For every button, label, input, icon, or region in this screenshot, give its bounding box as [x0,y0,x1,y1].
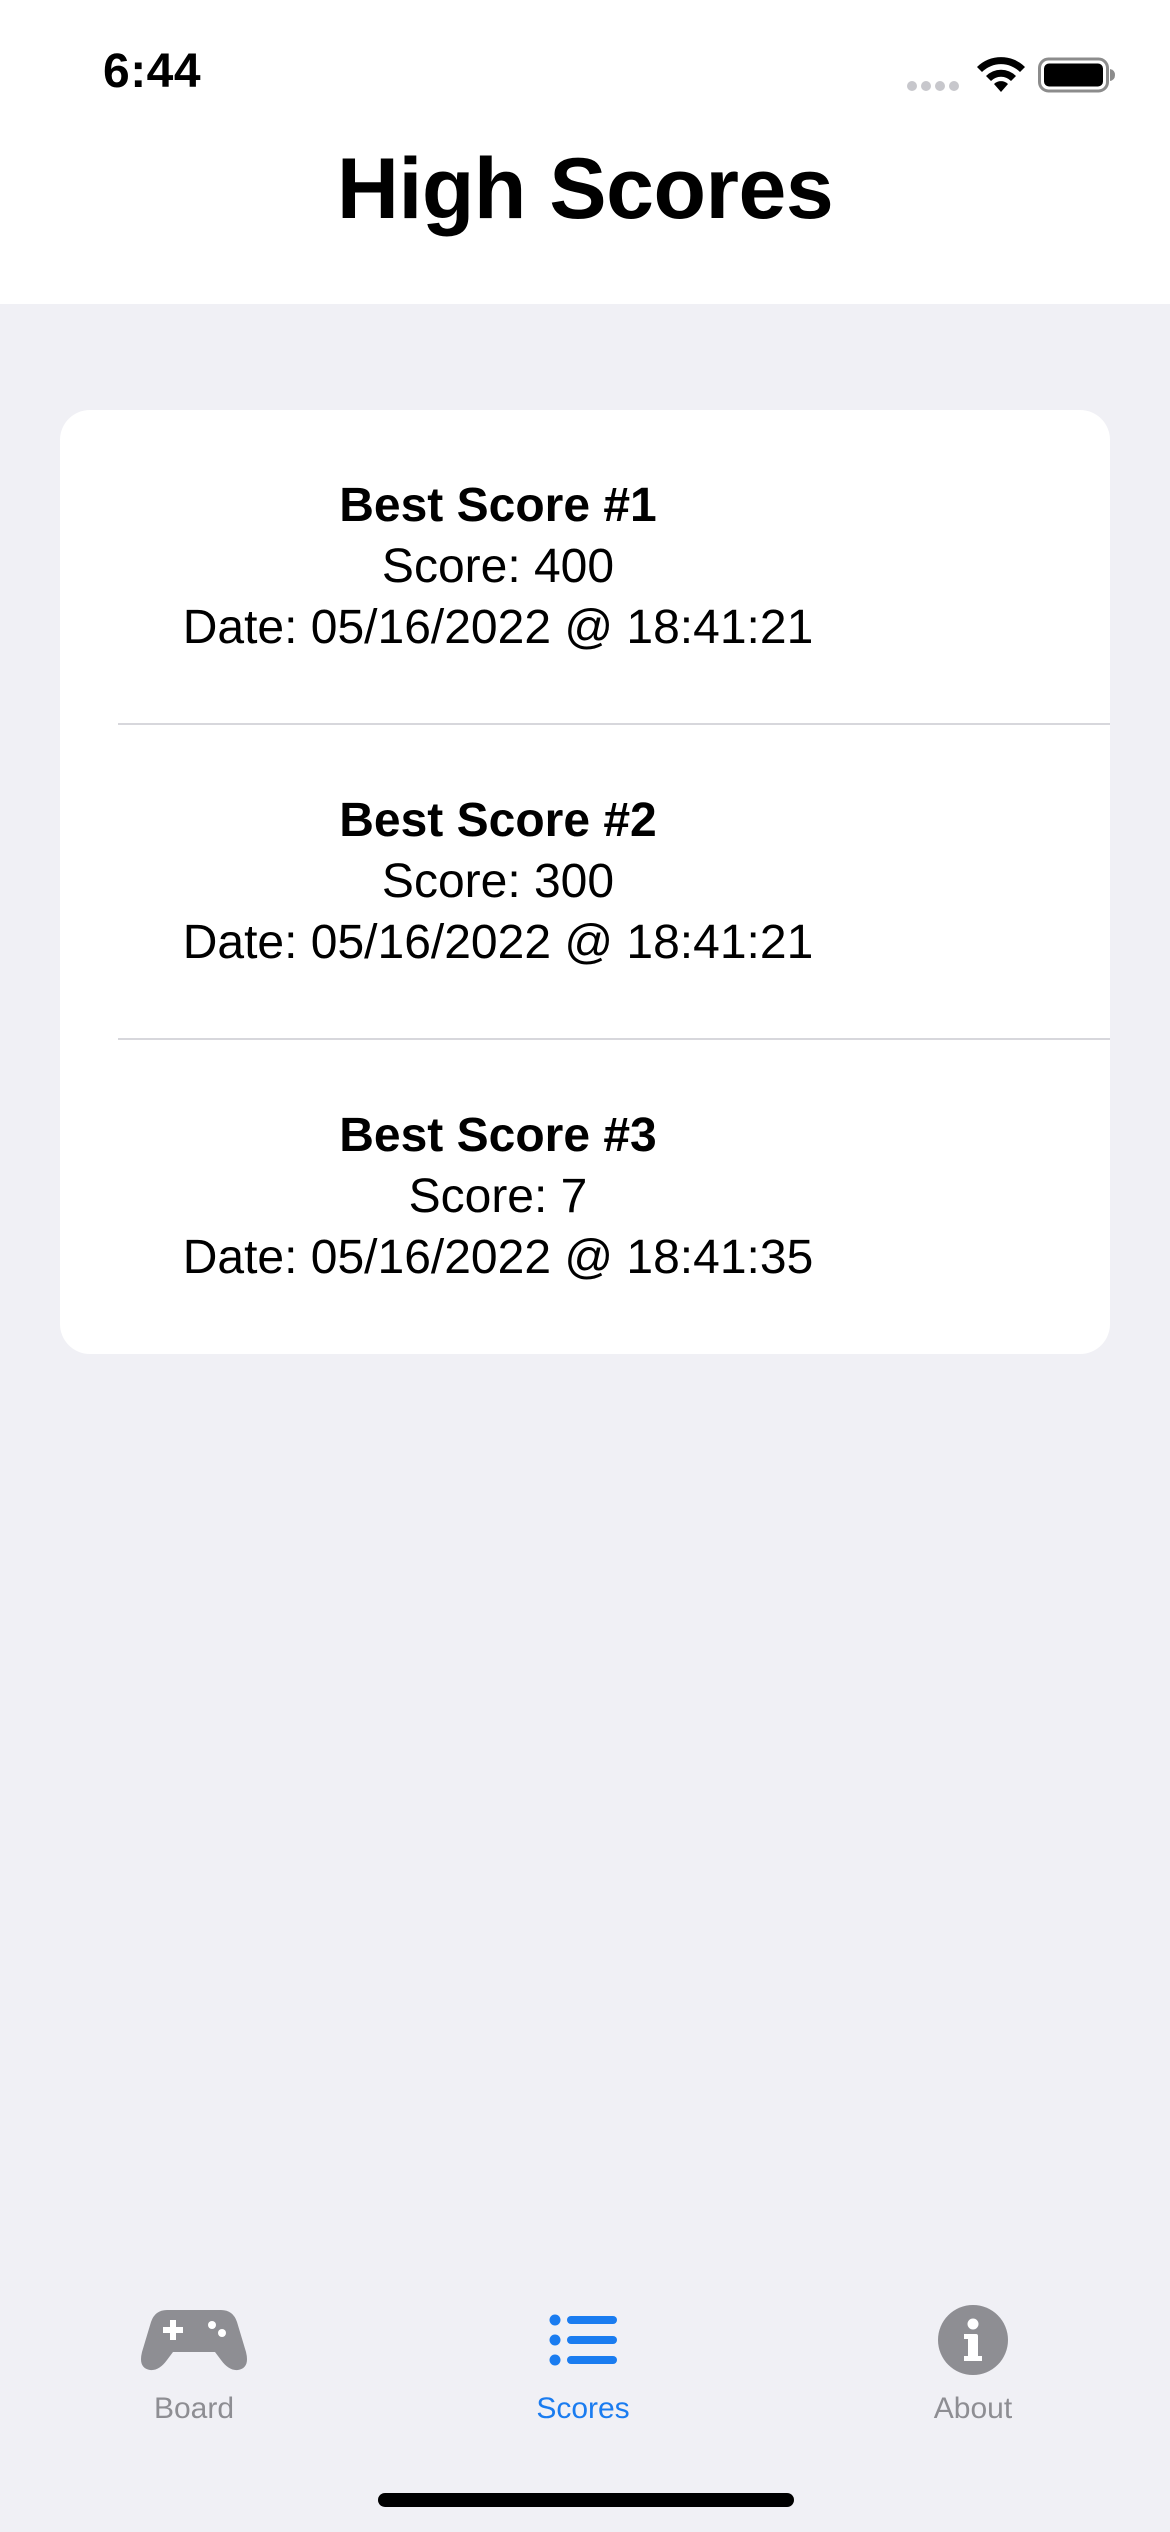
score-row[interactable]: Best Score #3 Score: 7 Date: 05/16/2022 … [60,1040,1110,1354]
status-time: 6:44 [103,45,202,98]
score-row[interactable]: Best Score #1 Score: 400 Date: 05/16/202… [60,410,1110,724]
tab-board[interactable]: Board [84,2300,304,2460]
score-date: Date: 05/16/2022 @ 18:41:21 [182,916,814,969]
battery-icon [1038,57,1115,93]
score-title: Best Score #1 [339,479,657,532]
tab-label: Scores [536,2392,630,2425]
score-title: Best Score #2 [339,794,657,847]
page-title: High Scores [336,141,834,237]
info-icon [938,2305,1008,2375]
score-date: Date: 05/16/2022 @ 18:41:35 [182,1231,814,1284]
home-indicator[interactable] [378,2493,794,2507]
tab-label: Board [153,2392,235,2425]
tab-bar: Board Scores About [0,2260,1170,2532]
tab-scores[interactable]: Scores [473,2300,693,2460]
score-value: Score: 7 [408,1170,588,1223]
score-title: Best Score #3 [339,1109,657,1162]
cellular-signal-icon [907,81,959,91]
wifi-icon [977,57,1025,92]
score-date: Date: 05/16/2022 @ 18:41:21 [182,601,814,654]
score-value: Score: 400 [381,540,615,593]
navigation-header: 6:44 High Scores [0,0,1170,304]
list-icon [549,2314,617,2366]
tab-label: About [933,2392,1013,2425]
tab-about[interactable]: About [863,2300,1083,2460]
gamecontroller-icon [141,2310,247,2371]
score-row[interactable]: Best Score #2 Score: 300 Date: 05/16/202… [60,725,1110,1039]
score-value: Score: 300 [381,855,615,908]
scores-list: Best Score #1 Score: 400 Date: 05/16/202… [60,410,1110,1354]
